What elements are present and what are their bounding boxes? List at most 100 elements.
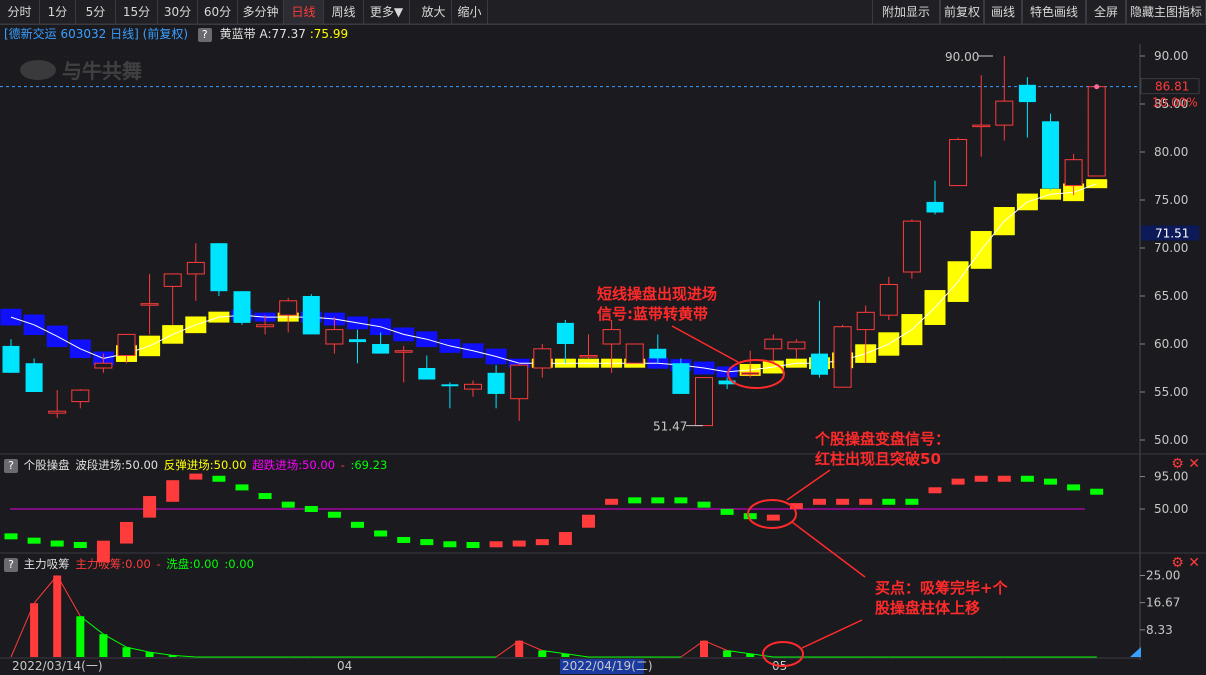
operation-bar (605, 498, 619, 505)
operation-bar (212, 475, 226, 482)
operation-bar (1044, 478, 1057, 485)
accumulation-bar (723, 650, 732, 657)
operation-bar (558, 532, 572, 545)
candle-body (325, 329, 344, 345)
band-block (716, 366, 738, 378)
operation-bar (697, 501, 711, 508)
operation-bar (489, 541, 503, 548)
p3-tick-label: 16.67 (1146, 596, 1180, 610)
operation-bar (928, 487, 942, 494)
operation-bar (374, 530, 388, 537)
operation-bar (397, 536, 411, 543)
accumulation-bar (538, 650, 547, 657)
operation-bar (143, 496, 157, 518)
candle-body (856, 311, 875, 331)
annotation-3-line1: 买点：吸筹完毕+个 (875, 579, 1009, 597)
price-tick-label: 70.00 (1154, 241, 1188, 255)
operation-bar (836, 498, 850, 505)
annotation-3-pointer (801, 619, 863, 649)
p2-tick-label: 50.00 (1154, 502, 1188, 516)
candle-body (949, 139, 968, 187)
operation-bar (235, 484, 249, 491)
operation-bar (27, 537, 41, 544)
candle-body (741, 372, 760, 375)
scroll-corner-marker (1130, 647, 1141, 657)
candle-body (117, 333, 136, 357)
candle-body (349, 339, 366, 343)
price-tick-label: 80.00 (1154, 145, 1188, 159)
percent-change-label: 10.00% (1152, 96, 1198, 110)
operation-bar (4, 533, 18, 540)
price-tick-label: 50.00 (1154, 433, 1188, 447)
annotation-2-connector (791, 521, 866, 578)
candle-body (210, 243, 228, 292)
svg-text:与牛共舞: 与牛共舞 (62, 59, 142, 83)
candle-body (972, 124, 991, 128)
candle-body (2, 345, 20, 373)
annotation-2-pointer (786, 469, 831, 501)
operation-bar (281, 501, 295, 508)
candle-body (1042, 121, 1059, 189)
operation-bar (96, 540, 110, 563)
candle-body (394, 350, 413, 353)
p2-tick-label: 95.00 (1154, 470, 1188, 484)
candle-body (579, 355, 598, 358)
accumulation-bar (99, 634, 108, 657)
candle-body (441, 384, 459, 387)
operation-bar (50, 540, 64, 547)
candle-body (902, 220, 921, 273)
current-price-label: 86.81 (1155, 80, 1189, 94)
ma-badge-label: 71.51 (1155, 227, 1189, 241)
operation-bar (304, 506, 318, 512)
price-tick-label: 60.00 (1154, 337, 1188, 351)
operation-bar (674, 497, 688, 504)
date-label: 04 (337, 659, 352, 673)
accumulation-bar (30, 603, 39, 657)
operation-bar (905, 498, 919, 505)
p3-tick-label: 25.00 (1146, 569, 1180, 583)
candle-body (695, 377, 713, 427)
candle-body (25, 363, 43, 392)
p3-tick-label: 8.33 (1146, 623, 1173, 637)
candle-body (302, 296, 320, 335)
annotation-3-line2: 股操盘柱体上移 (875, 599, 980, 617)
operation-bar (651, 497, 665, 504)
operation-bar (120, 521, 133, 544)
operation-bar (466, 542, 480, 548)
operation-bar (535, 539, 549, 546)
operation-bar (882, 498, 896, 505)
operation-bar (258, 493, 272, 500)
price-tick-label: 75.00 (1154, 193, 1188, 207)
operation-bar (1067, 484, 1081, 491)
candle-body (556, 322, 574, 344)
candle-body (602, 329, 621, 345)
candle-body (48, 410, 67, 414)
candle-body (672, 363, 690, 394)
watermark-logo: 与牛共舞 (20, 59, 142, 83)
accumulation-bar (122, 647, 131, 657)
chart-canvas[interactable]: 与牛共舞 90.0085.0080.0075.0070.0065.0060.00… (0, 0, 1206, 675)
candle-body (1064, 159, 1083, 187)
operation-bar (813, 498, 826, 505)
candle-body (811, 353, 828, 375)
candle-body (833, 326, 852, 388)
candle-body (625, 343, 644, 364)
operation-bar (997, 475, 1011, 482)
price-tick-label: 55.00 (1154, 385, 1188, 399)
operation-bar (420, 539, 434, 546)
candle-body (787, 341, 806, 350)
candle-body (140, 303, 159, 306)
candle-body (233, 291, 251, 323)
operation-bar (73, 542, 87, 548)
annotation-1-line2: 信号:蓝带转黄带 (597, 305, 708, 323)
candle-body (163, 273, 182, 287)
operation-bar (351, 521, 364, 528)
candle-body (279, 300, 298, 316)
operation-bar (1090, 488, 1104, 495)
operation-bar (974, 475, 988, 482)
candle-body (926, 201, 944, 213)
operation-bar (859, 498, 873, 505)
accumulation-bar (76, 616, 85, 657)
operation-bar (766, 514, 780, 521)
operation-bar (1020, 475, 1034, 482)
